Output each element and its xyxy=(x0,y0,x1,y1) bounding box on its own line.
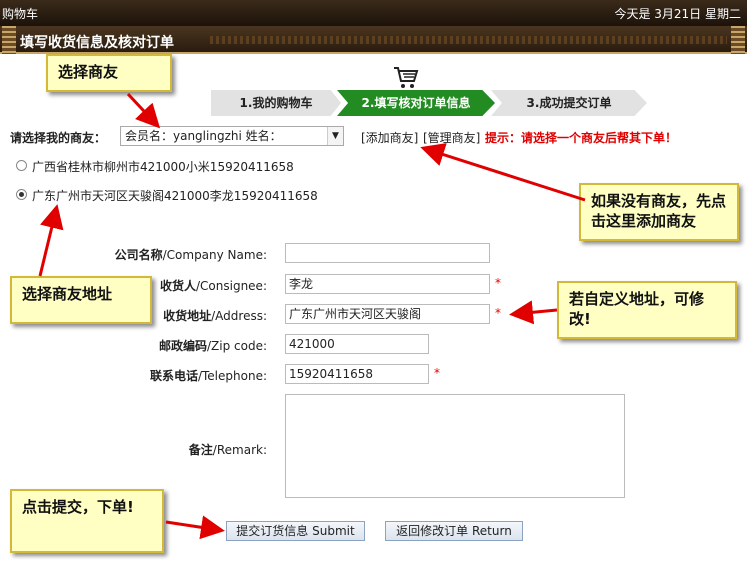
callout-submit: 点击提交，下单! xyxy=(10,489,164,553)
step-cart: 1.我的购物车 xyxy=(211,90,341,116)
return-button[interactable]: 返回修改订单 Return xyxy=(385,521,523,541)
manage-friend-link[interactable]: [管理商友] xyxy=(423,129,480,146)
date-display: 今天是 3月21日 星期二 xyxy=(614,7,741,21)
order-steps: 1.我的购物车 2.填写核对订单信息 3.成功提交订单 xyxy=(211,90,651,116)
address-radio[interactable] xyxy=(16,189,27,200)
remark-label: 备注/Remark: xyxy=(188,443,267,457)
shopping-cart-icon xyxy=(394,67,419,88)
company-input[interactable] xyxy=(285,243,490,263)
friend-select-value: 会员名：yanglingzhi 姓名： xyxy=(125,129,282,143)
submit-button[interactable]: 提交订货信息 Submit xyxy=(226,521,365,541)
friend-label: 请选择我的商友： xyxy=(10,131,107,145)
callout-select-friend: 选择商友 xyxy=(46,54,172,92)
friend-hint: 提示：请选择一个商友后帮其下单！ xyxy=(485,131,678,145)
address-option-text: 广西省桂林市柳州市421000小米15920411658 xyxy=(32,160,294,174)
arrow-select-friend xyxy=(126,92,161,129)
chevron-down-icon[interactable]: ▼ xyxy=(327,127,343,145)
arrow-custom-address xyxy=(509,300,558,325)
required-mark: * xyxy=(434,366,440,380)
company-label: 公司名称/Company Name: xyxy=(114,248,267,262)
ornament-right-icon xyxy=(731,26,745,54)
arrow-submit xyxy=(165,515,225,540)
page-title: 填写收货信息及核对订单 xyxy=(20,35,174,51)
zip-label: 邮政编码/Zip code: xyxy=(158,339,267,353)
header-decoration xyxy=(210,36,727,44)
page-header-bar: 填写收货信息及核对订单 xyxy=(0,26,747,54)
callout-add-friend: 如果没有商友，先点击这里添加商友 xyxy=(579,183,739,241)
add-friend-link[interactable]: [添加商友] xyxy=(361,129,418,146)
arrow-select-address xyxy=(38,204,64,277)
callout-custom-address: 若自定义地址，可修改! xyxy=(557,281,737,339)
telephone-label: 联系电话/Telephone: xyxy=(149,369,267,383)
consignee-input[interactable]: 李龙 xyxy=(285,274,490,294)
address-input[interactable]: 广东广州市天河区天骏阁 xyxy=(285,304,490,324)
address-option-text: 广东广州市天河区天骏阁421000李龙15920411658 xyxy=(32,189,318,203)
friend-row: 请选择我的商友： 会员名：yanglingzhi 姓名： ▼ [添加商友] [管… xyxy=(10,126,740,146)
site-name: 购物车 xyxy=(2,7,39,21)
callout-select-address: 选择商友地址 xyxy=(10,276,152,324)
remark-textarea[interactable] xyxy=(285,394,625,498)
ornament-left-icon xyxy=(2,26,16,54)
arrow-add-friend xyxy=(420,143,586,202)
top-bar: 购物车 今天是 3月21日 星期二 xyxy=(0,0,747,26)
telephone-input[interactable]: 15920411658 xyxy=(285,364,429,384)
address-radio[interactable] xyxy=(16,160,27,171)
zip-input[interactable]: 421000 xyxy=(285,334,429,354)
step-fill-info: 2.填写核对订单信息 xyxy=(337,90,495,116)
required-mark: * xyxy=(495,276,501,290)
friend-select[interactable]: 会员名：yanglingzhi 姓名： ▼ xyxy=(120,126,344,146)
required-mark: * xyxy=(495,306,501,320)
step-submit-success: 3.成功提交订单 xyxy=(491,90,647,116)
